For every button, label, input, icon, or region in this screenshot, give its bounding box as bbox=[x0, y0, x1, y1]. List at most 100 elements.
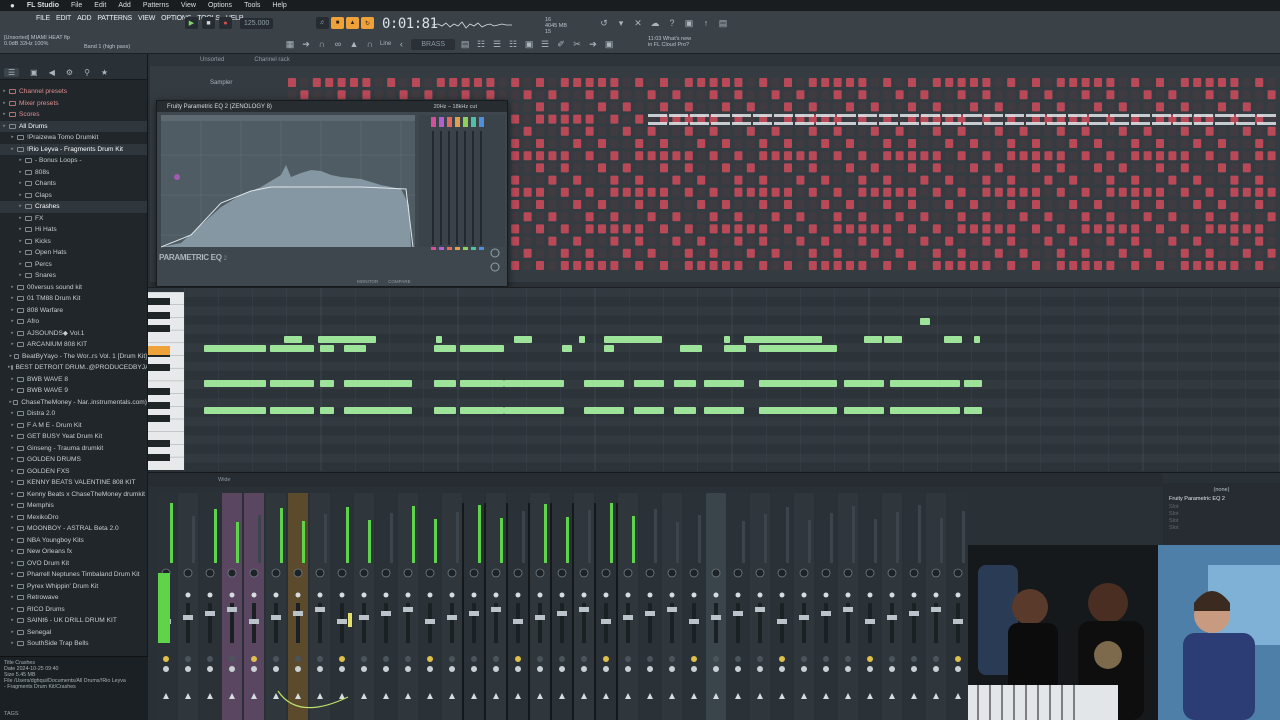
metronome-icon[interactable]: ♬ bbox=[316, 17, 329, 29]
browser-item[interactable]: ▸ AJSOUNDS◆ Vol.1 bbox=[0, 328, 147, 340]
slice-icon[interactable]: ➔ bbox=[587, 38, 599, 50]
browser-item[interactable]: ▸ GOLDEN FXS bbox=[0, 466, 147, 478]
chevron-right-icon[interactable]: ▸ bbox=[8, 615, 17, 627]
arrow-right-icon[interactable]: ➔ bbox=[300, 38, 312, 50]
chevron-right-icon[interactable]: ▸ bbox=[8, 592, 17, 604]
pattern-icon[interactable]: ▦ bbox=[284, 38, 296, 50]
chevron-right-icon[interactable]: ▸ bbox=[8, 477, 17, 489]
chevron-right-icon[interactable]: ▸ bbox=[16, 247, 25, 259]
fx-slot-3[interactable]: Slot bbox=[1169, 511, 1274, 518]
browser-item[interactable]: ▸ KENNY BEATS VALENTINE 808 KIT bbox=[0, 477, 147, 489]
tempo-display[interactable]: 125.000 bbox=[240, 17, 274, 29]
browser-item[interactable]: ▸ OVO Drum Kit bbox=[0, 558, 147, 570]
fx-slot-1[interactable]: Fruity Parametric EQ 2 bbox=[1169, 496, 1274, 502]
fl-menu-patterns[interactable]: PATTERNS bbox=[97, 15, 132, 22]
eq-titlebar[interactable]: Fruity Parametric EQ 2 (ZENOLOGY 8) 20Hz… bbox=[157, 101, 507, 112]
browser-item[interactable]: ▸ Chants bbox=[0, 178, 147, 190]
time-display[interactable]: 0:01:81 bbox=[382, 16, 438, 32]
countdown-icon[interactable]: ▲ bbox=[346, 17, 359, 29]
mac-menu-options[interactable]: Options bbox=[208, 2, 232, 9]
browser-item[interactable]: ▸ Pyrex Whippin' Drum Kit bbox=[0, 581, 147, 593]
mac-menu-file[interactable]: File bbox=[71, 2, 82, 9]
chevron-right-icon[interactable]: ▸ bbox=[8, 638, 17, 650]
chevron-right-icon[interactable]: ▸ bbox=[16, 213, 25, 225]
chevron-right-icon[interactable]: ▸ bbox=[8, 454, 17, 466]
chevron-right-icon[interactable]: ▸ bbox=[8, 293, 17, 305]
link-icon[interactable]: ∞ bbox=[332, 38, 344, 50]
chevron-right-icon[interactable]: ▸ bbox=[16, 236, 25, 248]
chevron-right-icon[interactable]: ▸ bbox=[8, 316, 17, 328]
browser-star-icon[interactable]: ★ bbox=[101, 68, 108, 77]
snap-icon[interactable]: ∩ bbox=[364, 38, 376, 50]
browser-item[interactable]: ▸ Afro bbox=[0, 316, 147, 328]
news-panel[interactable]: 11:03 What's new in FL Cloud Pro? bbox=[648, 36, 691, 48]
browser-item[interactable]: ▸ BWB WAVE 8 bbox=[0, 374, 147, 386]
chevron-right-icon[interactable]: ▸ bbox=[8, 339, 17, 351]
mac-menu-help[interactable]: Help bbox=[272, 2, 286, 9]
mixer-icon[interactable]: ☷ bbox=[507, 38, 519, 50]
chevron-right-icon[interactable]: ▸ bbox=[16, 201, 25, 213]
compare-button[interactable]: COMPARE bbox=[388, 279, 410, 284]
piano-roll-icon[interactable]: ☷ bbox=[475, 38, 487, 50]
browser-gear-icon[interactable]: ⚙ bbox=[66, 68, 73, 77]
browser-item[interactable]: ▸ Pharrell Neptunes Timbaland Drum Kit bbox=[0, 569, 147, 581]
save-icon[interactable]: ▣ bbox=[683, 17, 695, 29]
cut-icon[interactable]: ✂ bbox=[571, 38, 583, 50]
browser-item[interactable]: ▸ Claps bbox=[0, 190, 147, 202]
browser-item[interactable]: ▸ 00versus sound kit bbox=[0, 282, 147, 294]
tools-icon[interactable]: ✕ bbox=[632, 17, 644, 29]
chevron-right-icon[interactable]: ▸ bbox=[8, 581, 17, 593]
channel-rack-icon[interactable]: ☰ bbox=[491, 38, 503, 50]
chevron-right-icon[interactable]: ▸ bbox=[16, 259, 25, 271]
browser-item[interactable]: ▸ ChaseTheMoney - Nar..instrumentals.com) bbox=[0, 397, 147, 409]
wait-icon[interactable]: ■ bbox=[331, 17, 344, 29]
chevron-right-icon[interactable]: ▸ bbox=[16, 270, 25, 282]
browser-file-icon[interactable]: ▣ bbox=[30, 68, 38, 77]
record-button[interactable]: ● bbox=[219, 17, 232, 29]
browser-icon[interactable]: ☰ bbox=[539, 38, 551, 50]
browser-item[interactable]: ▸ Ginseng - Trauma drumkit bbox=[0, 443, 147, 455]
browser-item[interactable]: ▸ GOLDEN DRUMS bbox=[0, 454, 147, 466]
browser-item[interactable]: ▸ !Praizewa Tomo Drumkit bbox=[0, 132, 147, 144]
chevron-right-icon[interactable]: ▸ bbox=[8, 328, 17, 340]
fl-menu-edit[interactable]: EDIT bbox=[56, 15, 71, 22]
browser-options-icon[interactable]: ☰ bbox=[4, 68, 20, 77]
chevron-right-icon[interactable]: ▸ bbox=[0, 121, 9, 133]
chevron-right-icon[interactable]: ▸ bbox=[8, 569, 17, 581]
piano-keyboard[interactable] bbox=[148, 292, 184, 470]
browser-item[interactable]: ▸ MexikoDro bbox=[0, 512, 147, 524]
snap-select[interactable]: Line bbox=[380, 41, 391, 47]
chevron-right-icon[interactable]: ▸ bbox=[8, 132, 17, 144]
browser-back-icon[interactable]: ◀ bbox=[49, 68, 55, 77]
browser-item[interactable]: ▸ SouthSide Trap Bells bbox=[0, 638, 147, 650]
stop-button[interactable]: ■ bbox=[202, 17, 215, 29]
browser-item[interactable]: ▸ Kenny Beats x ChaseTheMoney drumkit bbox=[0, 489, 147, 501]
browser-item[interactable]: ▸ 808 Warfare bbox=[0, 305, 147, 317]
pin-icon[interactable]: ↑ bbox=[700, 17, 712, 29]
chevron-right-icon[interactable]: ▸ bbox=[8, 627, 17, 639]
route-select[interactable]: (none) bbox=[1169, 487, 1274, 493]
browser-item[interactable]: ▸ MOONBOY - ASTRAL Beta 2.0 bbox=[0, 523, 147, 535]
browser-item[interactable]: ▸ Kicks bbox=[0, 236, 147, 248]
browser-item[interactable]: ▸ Mixer presets bbox=[0, 98, 147, 110]
microphone-icon[interactable]: ▾ bbox=[615, 17, 627, 29]
chevron-right-icon[interactable]: ▸ bbox=[8, 546, 17, 558]
chevron-right-icon[interactable]: ▸ bbox=[8, 351, 14, 363]
browser-item[interactable]: ▸ Percs bbox=[0, 259, 147, 271]
browser-item[interactable]: ▸ 01 TM88 Drum Kit bbox=[0, 293, 147, 305]
browser-item[interactable]: ▸ Scores bbox=[0, 109, 147, 121]
chevron-right-icon[interactable]: ▸ bbox=[8, 512, 17, 524]
monitor-button[interactable]: MONITOR bbox=[357, 279, 378, 284]
chevron-right-icon[interactable]: ▸ bbox=[16, 178, 25, 190]
browser-item[interactable]: ▸ Memphis bbox=[0, 500, 147, 512]
browser-item[interactable]: ▸ RICO Drums bbox=[0, 604, 147, 616]
chevron-right-icon[interactable]: ▸ bbox=[8, 408, 17, 420]
browser-item[interactable]: ▸ F A M E - Drum Kit bbox=[0, 420, 147, 432]
fl-menu-add[interactable]: ADD bbox=[77, 15, 91, 22]
chevron-right-icon[interactable]: ▸ bbox=[8, 282, 17, 294]
stamp-icon[interactable]: ▲ bbox=[348, 38, 360, 50]
chevron-right-icon[interactable]: ▸ bbox=[8, 305, 17, 317]
magnet-icon[interactable]: ∩ bbox=[316, 38, 328, 50]
chevron-right-icon[interactable]: ▸ bbox=[16, 190, 25, 202]
loop-record-icon[interactable]: ↻ bbox=[361, 17, 374, 29]
